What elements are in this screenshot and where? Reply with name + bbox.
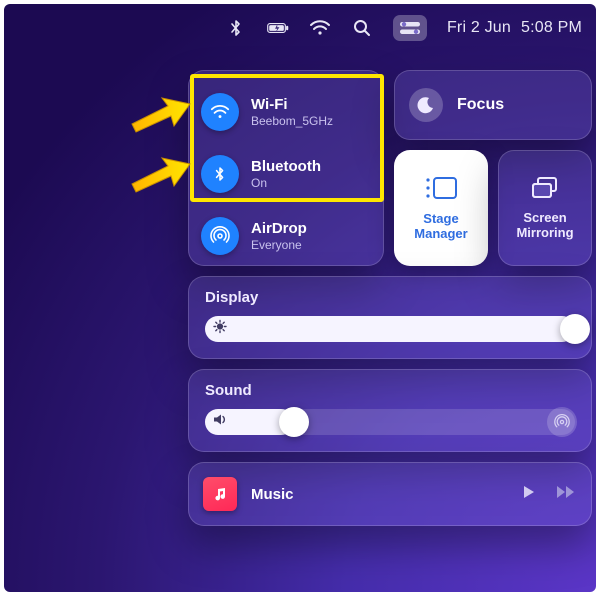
airdrop-toggle[interactable]: AirDrop Everyone <box>201 205 371 267</box>
display-card: Display <box>188 276 592 359</box>
wifi-menu-icon[interactable] <box>309 17 331 39</box>
spotlight-search-icon[interactable] <box>351 17 373 39</box>
annotation-arrow-icon <box>130 94 192 134</box>
stage-manager-icon <box>424 175 458 206</box>
now-playing-title: Music <box>251 486 507 503</box>
sound-slider[interactable] <box>205 409 575 435</box>
volume-icon <box>213 413 229 432</box>
menu-bar: Fri 2 Jun 5:08 PM <box>4 10 596 46</box>
now-playing-card[interactable]: Music <box>188 462 592 526</box>
brightness-icon <box>213 320 227 339</box>
screen-mirroring-tile[interactable]: Screen Mirroring <box>498 150 592 266</box>
menu-bar-date: Fri 2 Jun <box>447 19 511 36</box>
menu-bar-time: 5:08 PM <box>521 19 582 36</box>
sound-slider-knob[interactable] <box>279 407 309 437</box>
screen-mirroring-label: Screen Mirroring <box>516 211 573 241</box>
menu-bar-datetime[interactable]: Fri 2 Jun 5:08 PM <box>447 19 582 37</box>
control-center-menu-icon[interactable] <box>393 15 427 41</box>
sound-card: Sound <box>188 369 592 452</box>
focus-label: Focus <box>457 96 504 114</box>
bluetooth-title: Bluetooth <box>251 158 321 175</box>
stage-manager-tile[interactable]: Stage Manager <box>394 150 488 266</box>
next-track-button[interactable] <box>555 484 577 505</box>
wifi-toggle[interactable]: Wi-Fi Beebom_5GHz <box>201 81 371 143</box>
display-title: Display <box>205 289 575 306</box>
sound-title: Sound <box>205 382 575 399</box>
airdrop-subtitle: Everyone <box>251 238 307 252</box>
wifi-title: Wi-Fi <box>251 96 333 113</box>
control-center-panel: Wi-Fi Beebom_5GHz Bluetooth On <box>188 70 592 526</box>
screen-mirroring-icon <box>530 176 560 205</box>
annotation-arrow-icon <box>130 154 192 194</box>
wifi-icon <box>201 93 239 131</box>
desktop-background: Fri 2 Jun 5:08 PM Wi-Fi Beebom_5GHz <box>4 4 596 592</box>
bluetooth-subtitle: On <box>251 176 321 190</box>
bluetooth-toggle[interactable]: Bluetooth On <box>201 143 371 205</box>
connectivity-card: Wi-Fi Beebom_5GHz Bluetooth On <box>188 70 384 266</box>
airdrop-title: AirDrop <box>251 220 307 237</box>
battery-charging-icon[interactable] <box>267 17 289 39</box>
sound-output-button[interactable] <box>547 407 577 437</box>
focus-button[interactable]: Focus <box>394 70 592 140</box>
bluetooth-menu-icon[interactable] <box>225 17 247 39</box>
play-button[interactable] <box>521 484 537 505</box>
wifi-subtitle: Beebom_5GHz <box>251 114 333 128</box>
music-app-icon <box>203 477 237 511</box>
moon-icon <box>409 88 443 122</box>
bluetooth-icon <box>201 155 239 193</box>
airdrop-icon <box>201 217 239 255</box>
display-slider-knob[interactable] <box>560 314 590 344</box>
display-slider[interactable] <box>205 316 575 342</box>
stage-manager-label: Stage Manager <box>414 212 467 242</box>
